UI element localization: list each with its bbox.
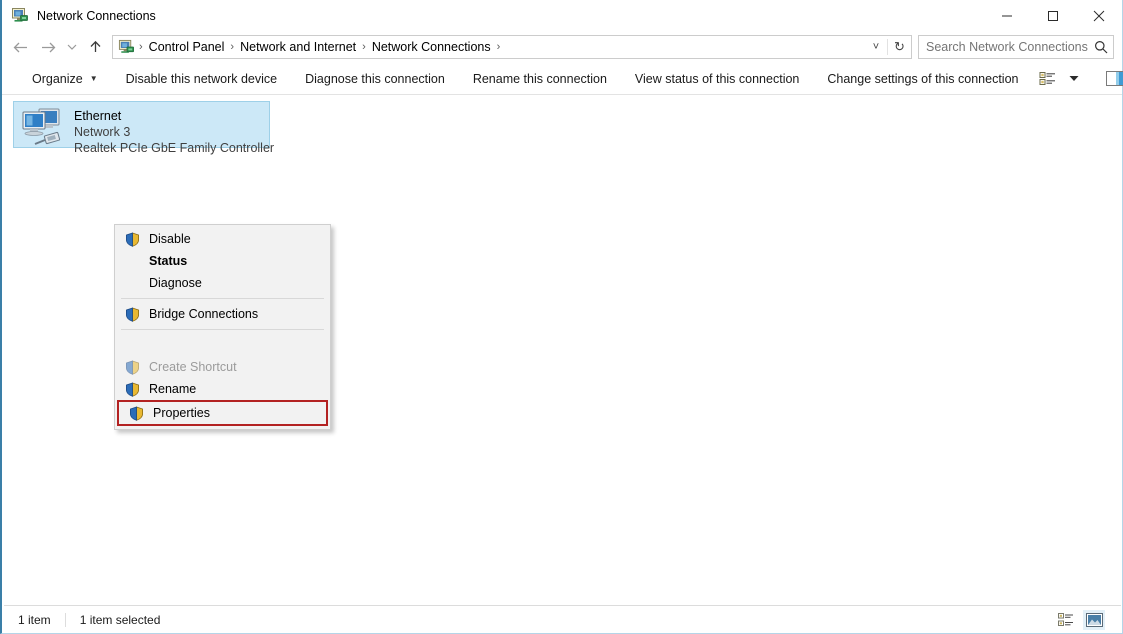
- rename-connection-button[interactable]: Rename this connection: [459, 64, 621, 94]
- menu-item-label: Status: [143, 254, 187, 268]
- ethernet-adapter-icon: [19, 106, 67, 148]
- connection-item-text: Ethernet Network 3 Realtek PCIe GbE Fami…: [74, 106, 274, 156]
- breadcrumb-item-network-and-internet[interactable]: Network and Internet: [235, 36, 361, 58]
- menu-item-status[interactable]: Status: [115, 250, 330, 272]
- menu-item-bridge-connections[interactable]: Bridge Connections: [115, 303, 330, 325]
- menu-separator: [121, 329, 324, 330]
- maximize-button[interactable]: [1030, 0, 1076, 31]
- network-connections-icon: [11, 7, 29, 25]
- menu-item-rename[interactable]: Rename: [115, 378, 330, 400]
- uac-shield-icon: [121, 380, 143, 398]
- uac-shield-icon: [125, 404, 147, 422]
- menu-item-properties-highlight: Properties: [117, 400, 328, 426]
- preview-pane-icon[interactable]: [1100, 65, 1123, 93]
- refresh-icon[interactable]: ↻: [887, 39, 911, 55]
- menu-item-label: Diagnose: [143, 276, 202, 290]
- disable-network-device-button[interactable]: Disable this network device: [112, 64, 291, 94]
- diagnose-connection-button[interactable]: Diagnose this connection: [291, 64, 459, 94]
- title-bar: Network Connections: [2, 0, 1122, 31]
- menu-item-label: Properties: [147, 406, 210, 420]
- breadcrumb-item-network-connections[interactable]: Network Connections: [367, 36, 496, 58]
- item-count: 1 item: [18, 613, 51, 627]
- change-settings-button[interactable]: Change settings of this connection: [813, 64, 1032, 94]
- organize-label: Organize: [32, 72, 83, 86]
- connection-device: Realtek PCIe GbE Family Controller: [74, 140, 274, 156]
- menu-item-label: Bridge Connections: [143, 307, 258, 321]
- forward-arrow[interactable]: [34, 34, 62, 60]
- menu-item-label: Disable: [143, 232, 191, 246]
- connection-network: Network 3: [74, 124, 274, 140]
- explorer-window: Network Connections: [0, 0, 1123, 634]
- menu-icon-placeholder: [121, 336, 143, 354]
- connections-list-view[interactable]: Ethernet Network 3 Realtek PCIe GbE Fami…: [4, 95, 1121, 604]
- selection-count: 1 item selected: [80, 613, 161, 627]
- command-bar-right: ?: [1032, 65, 1123, 93]
- menu-item-properties[interactable]: Properties: [123, 403, 326, 423]
- connection-item-ethernet[interactable]: Ethernet Network 3 Realtek PCIe GbE Fami…: [13, 101, 270, 148]
- chevron-down-icon: ▼: [90, 74, 98, 83]
- window-controls: [984, 0, 1122, 31]
- command-bar: Organize ▼ Disable this network device D…: [2, 63, 1122, 95]
- address-bar-row: › Control Panel › Network and Internet ›…: [2, 31, 1122, 63]
- change-view-caret-icon[interactable]: [1064, 65, 1084, 93]
- network-connections-icon: [118, 39, 135, 56]
- breadcrumb-dropdown-icon[interactable]: ˅: [865, 41, 887, 53]
- title-bar-left: Network Connections: [2, 7, 156, 25]
- menu-icon-placeholder: [121, 252, 143, 270]
- recent-locations-chevron-icon[interactable]: [62, 34, 82, 60]
- menu-item-delete: Create Shortcut: [115, 356, 330, 378]
- breadcrumb-separator-trailing[interactable]: ›: [496, 36, 502, 58]
- change-view-icon[interactable]: [1032, 65, 1062, 93]
- context-menu[interactable]: Disable Status Diagnose Bridge Connecti: [114, 224, 331, 430]
- uac-shield-icon: [121, 230, 143, 248]
- menu-item-diagnose[interactable]: Diagnose: [115, 272, 330, 294]
- status-divider: [65, 613, 66, 627]
- large-icons-view-button[interactable]: [1083, 610, 1105, 630]
- menu-icon-placeholder: [121, 274, 143, 292]
- breadcrumb[interactable]: › Control Panel › Network and Internet ›…: [112, 35, 912, 59]
- uac-shield-icon: [121, 358, 143, 376]
- menu-item-label: Create Shortcut: [143, 360, 237, 374]
- search-input[interactable]: [919, 40, 1089, 54]
- search-box[interactable]: [918, 35, 1114, 59]
- up-arrow[interactable]: [82, 34, 108, 60]
- menu-item-create-shortcut[interactable]: [115, 334, 330, 356]
- view-status-button[interactable]: View status of this connection: [621, 64, 813, 94]
- menu-item-disable[interactable]: Disable: [115, 228, 330, 250]
- window-title: Network Connections: [37, 9, 156, 23]
- minimize-button[interactable]: [984, 0, 1030, 31]
- uac-shield-icon: [121, 305, 143, 323]
- status-bar: 1 item 1 item selected: [4, 605, 1121, 633]
- details-view-button[interactable]: [1055, 610, 1077, 630]
- search-icon[interactable]: [1089, 40, 1113, 54]
- menu-item-label: Rename: [143, 382, 196, 396]
- menu-separator: [121, 298, 324, 299]
- connection-name: Ethernet: [74, 108, 274, 124]
- breadcrumb-item-control-panel[interactable]: Control Panel: [144, 36, 230, 58]
- close-button[interactable]: [1076, 0, 1122, 31]
- view-mode-buttons: [1055, 610, 1113, 630]
- back-arrow[interactable]: [6, 34, 34, 60]
- organize-button[interactable]: Organize ▼: [18, 64, 112, 94]
